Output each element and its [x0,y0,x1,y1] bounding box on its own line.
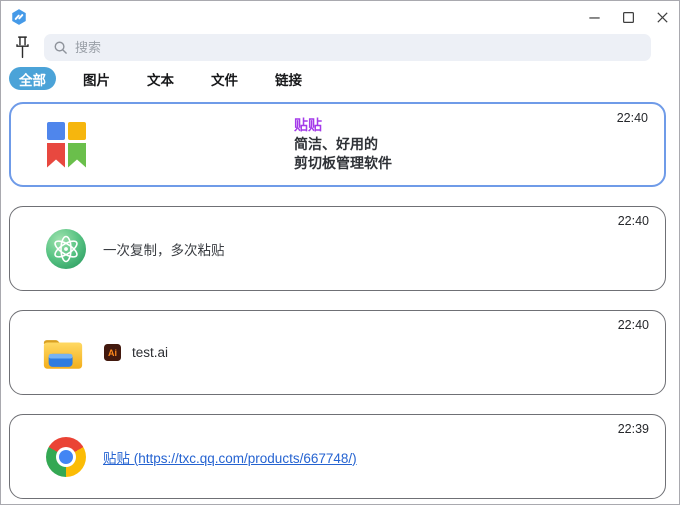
close-icon [656,11,668,23]
link-text[interactable]: 贴贴 (https://txc.qq.com/products/667748/) [103,447,357,467]
filter-tabs: 全部 图片 文本 文件 链接 [1,64,679,96]
timestamp: 22:40 [617,318,649,332]
app-logo-icon [10,8,28,26]
text-content: 一次复制，多次粘贴 [103,242,225,258]
timestamp: 22:39 [617,422,649,436]
tab-text[interactable]: 文本 [137,67,184,90]
search-icon [54,41,67,54]
clipboard-item-image[interactable]: 22:40 贴贴 简洁、好用的 剪切板管理软件 [9,102,666,187]
atom-icon [46,228,86,269]
image-caption-line2: 剪切板管理软件 [294,155,392,171]
tietie-logo-icon [47,121,86,168]
chrome-icon [46,436,86,477]
tab-all[interactable]: 全部 [9,67,56,90]
clipboard-item-link[interactable]: 22:39 贴贴 (https://txc.qq.com/products/66… [9,414,666,499]
pin-icon [15,36,29,59]
tab-images[interactable]: 图片 [73,67,120,90]
image-caption: 贴贴 简洁、好用的 剪切板管理软件 [294,116,392,173]
tab-files[interactable]: 文件 [201,67,248,90]
clipboard-item-text[interactable]: 22:40 一次复制，多次粘贴 [9,206,666,291]
minimize-icon [588,16,600,19]
tab-links[interactable]: 链接 [265,67,312,90]
file-name: test.ai [132,345,169,360]
image-caption-line1: 简洁、好用的 [294,136,378,152]
image-caption-title: 贴贴 [294,117,322,133]
folder-icon [43,340,83,369]
clipboard-item-file[interactable]: 22:40 Ai test.ai [9,310,666,395]
search-input[interactable] [75,40,642,55]
pin-button[interactable] [11,35,33,61]
timestamp: 22:40 [616,111,648,125]
app-window: 全部 图片 文本 文件 链接 22:40 贴贴 简洁、好用的 剪切板管理软件 2… [0,0,680,505]
maximize-button[interactable] [611,2,645,32]
window-controls [577,2,679,32]
timestamp: 22:40 [617,214,649,228]
titlebar [1,1,679,33]
close-button[interactable] [645,2,679,32]
search-bar[interactable] [44,34,651,61]
minimize-button[interactable] [577,2,611,32]
toolbar [1,33,679,64]
maximize-icon [622,11,634,23]
ai-file-icon: Ai [104,344,121,361]
clipboard-list: 22:40 贴贴 简洁、好用的 剪切板管理软件 22:40 一次复制，多次粘贴 … [1,96,679,499]
